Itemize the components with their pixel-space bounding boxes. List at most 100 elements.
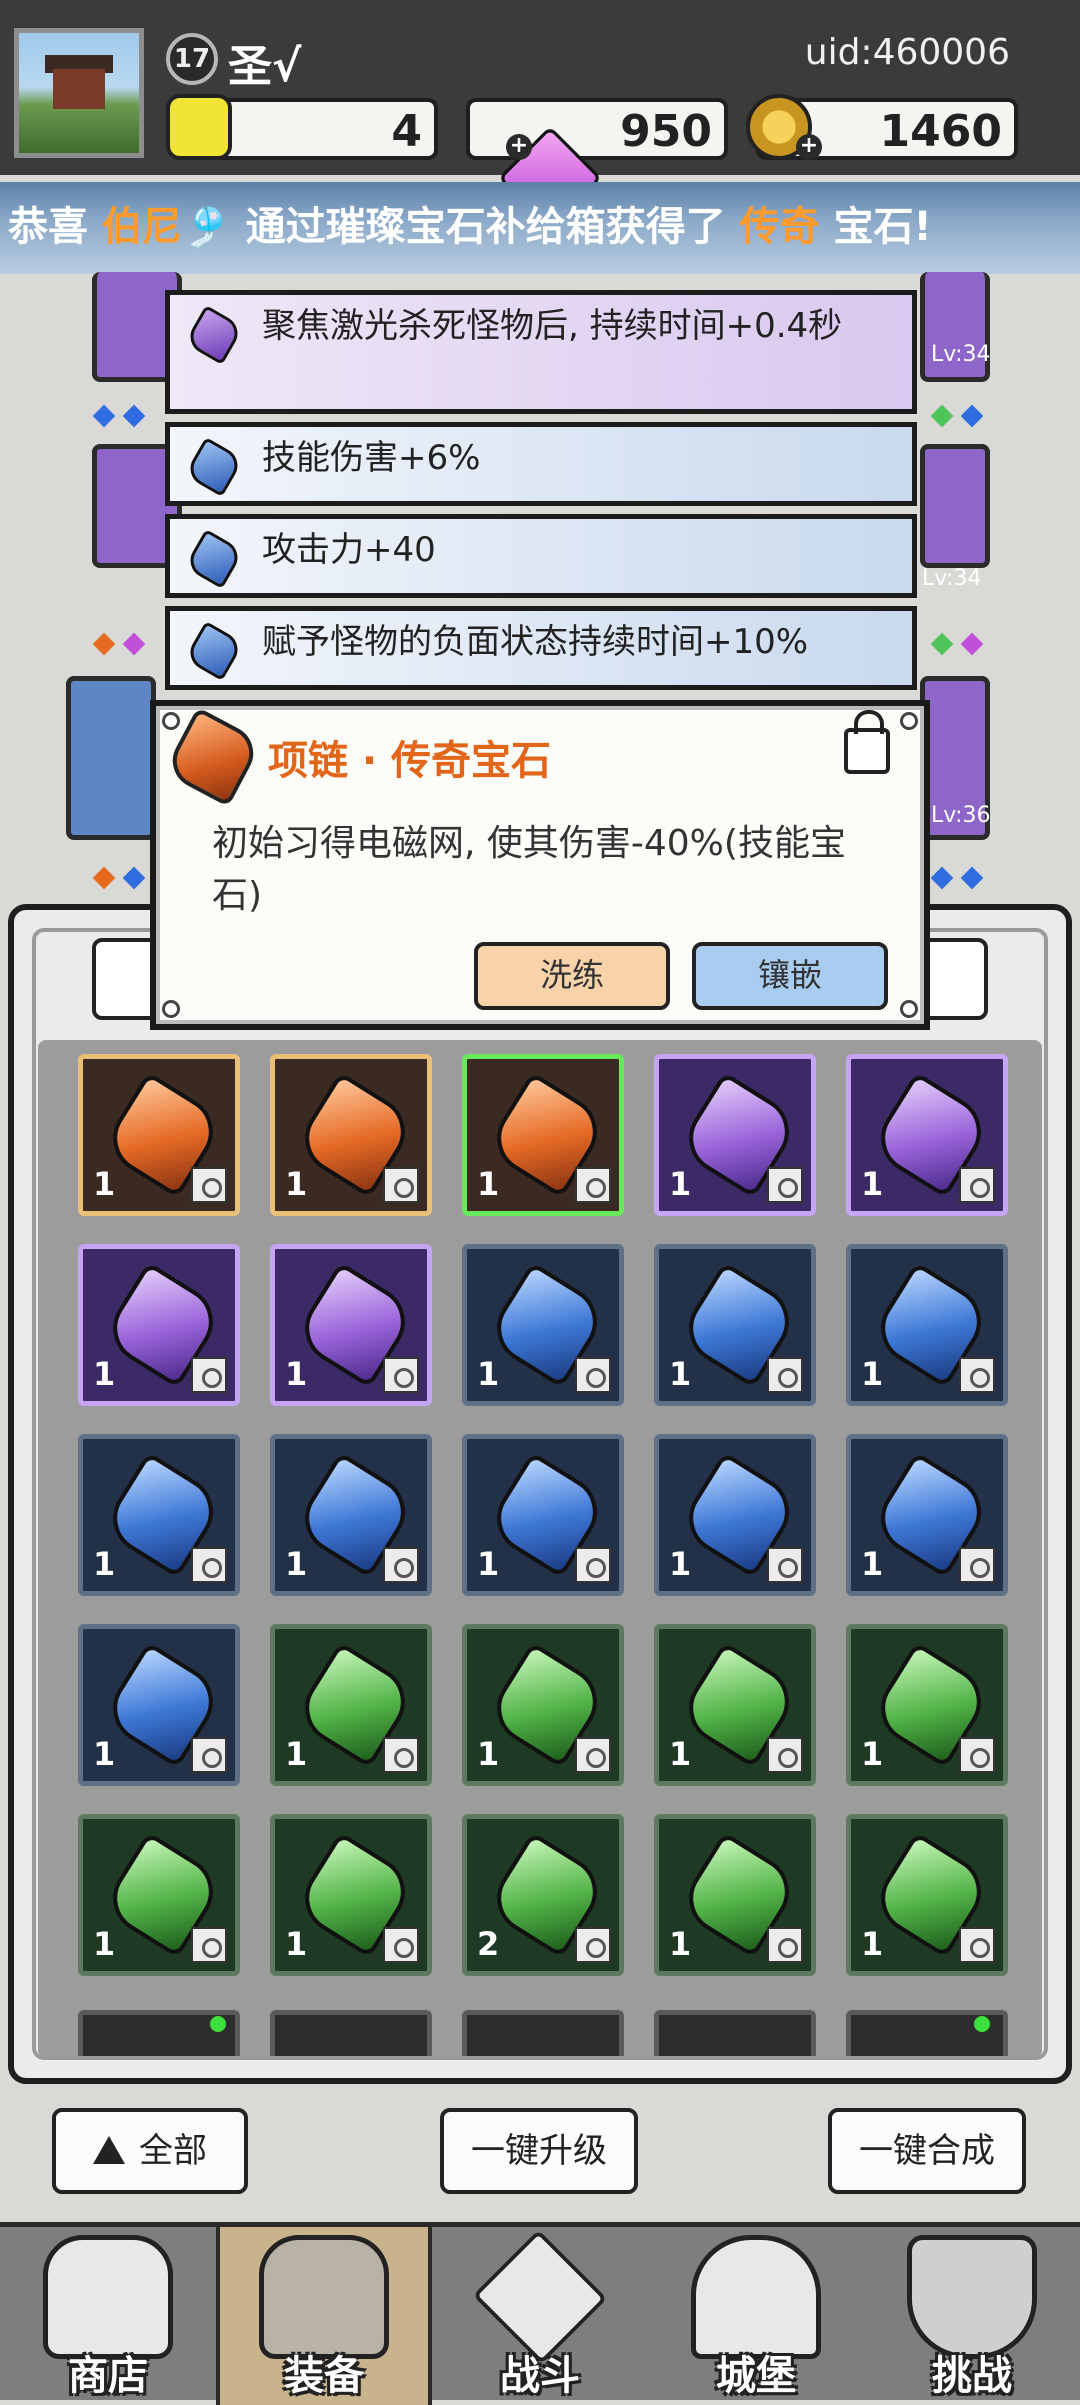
gem-cell[interactable]: 1 [654,1814,816,1976]
weapon-slot-icon [959,1927,995,1963]
socket-diamond [960,404,984,428]
add-diamond-icon[interactable]: + [506,134,532,160]
gem-tooltip-purple: 聚焦激光杀死怪物后, 持续时间+0.4秒 [165,290,917,414]
gem-count: 1 [477,1355,500,1393]
ring-slot-icon [767,1357,803,1393]
equip-level-label: Lv:34 [931,342,991,367]
gem-cell[interactable]: 1 [270,1814,432,1976]
nav-equipment[interactable]: 装备 [216,2227,432,2405]
marquee-middle: 通过璀璨宝石补给箱获得了 [231,204,740,250]
gem-cell[interactable]: 1 [846,1434,1008,1596]
socket-diamond [92,632,116,656]
socket-diamond [92,404,116,428]
shield-icon [907,2235,1037,2359]
gem-cell[interactable]: 1 [462,1244,624,1406]
gem-cell[interactable]: 1 [846,1054,1008,1216]
socket-diamond [122,404,146,428]
gem-cell[interactable]: 1 [78,1054,240,1216]
gem-cell[interactable]: 1 [654,1624,816,1786]
coin-value: 1460 [879,106,1002,157]
diamond-resource[interactable]: + 950 [466,98,728,231]
announcement-marquee: 恭喜 伯尼🎐 通过璀璨宝石补给箱获得了 传奇 宝石! [0,182,1080,274]
refine-button[interactable]: 洗练 [474,942,670,1010]
gem-cell[interactable]: 1 [462,1434,624,1596]
ring-slot-icon [575,1357,611,1393]
nav-challenge[interactable]: 挑战 [864,2227,1080,2405]
filter-triangle-icon [93,2136,125,2164]
boots-slot-icon [383,1547,419,1583]
gem-cell-partial[interactable] [270,2010,432,2056]
gem-count: 1 [861,1355,884,1393]
necklace-slot-icon [575,1167,611,1203]
equip-slot-necklace[interactable]: Lv:36 [920,676,990,840]
boots-slot-icon [191,1547,227,1583]
blue-gem-icon [183,436,245,498]
new-indicator-dot [210,2016,226,2032]
gem-cell[interactable]: 1 [654,1434,816,1596]
marquee-suffix: 宝石! [819,204,932,250]
gem-detail-popup: 项链 · 传奇宝石 初始习得电磁网, 使其伤害-40%(技能宝石) 洗练 镶嵌 [150,700,930,1030]
equip-slot-helmet[interactable]: Lv:34 [920,272,990,382]
blue-gem-icon [183,620,245,682]
unlock-icon[interactable] [844,710,890,774]
gem-cell-partial[interactable] [462,2010,624,2056]
weapon-slot-icon [575,1547,611,1583]
ring-slot-icon [383,1737,419,1773]
top-bar: 17 圣√ uid:460006 4 + 950 + 1460 [0,0,1080,231]
avatar[interactable] [14,28,144,158]
upgrade-all-button[interactable]: 一键升级 [440,2108,638,2194]
helmet-slot-icon [767,1547,803,1583]
gem-cell[interactable]: 1 [78,1814,240,1976]
gem-cell[interactable]: 1 [270,1434,432,1596]
equip-slot-ring[interactable] [920,444,990,568]
necklace-slot-icon [383,1357,419,1393]
popup-description: 初始习得电磁网, 使其伤害-40%(技能宝石) [212,823,846,916]
gem-cell[interactable]: 2 [462,1814,624,1976]
filter-all-button[interactable]: 全部 [52,2108,248,2194]
gold-resource[interactable]: 4 [166,94,438,160]
embed-button[interactable]: 镶嵌 [692,942,888,1010]
equip-level-label: Lv:36 [931,803,991,828]
gem-cell[interactable]: 1 [270,1054,432,1216]
nav-shop[interactable]: 商店 [0,2227,216,2405]
gem-cell[interactable]: 1 [654,1054,816,1216]
gem-cell[interactable]: 1 [270,1624,432,1786]
socket-diamond [930,404,954,428]
gem-cell[interactable]: 1 [846,1814,1008,1976]
gem-cell[interactable]: 1 [78,1244,240,1406]
gem-tooltip-blue: 攻击力+40 [165,514,917,598]
marquee-prefix: 恭喜 [8,204,102,250]
boots-slot-icon [191,1357,227,1393]
gem-cell-partial[interactable] [654,2010,816,2056]
gem-count: 1 [477,1545,500,1583]
necklace-slot-icon [191,1737,227,1773]
diamond-value: 950 [620,106,712,157]
merge-all-button[interactable]: 一键合成 [828,2108,1026,2194]
popup-corner [900,712,918,730]
gem-cell[interactable]: 1 [78,1434,240,1596]
coin-resource[interactable]: + 1460 [746,94,1018,160]
gem-count: 1 [285,1735,308,1773]
necklace-slot-icon [959,1547,995,1583]
gem-cell[interactable]: 1 [270,1244,432,1406]
level-badge: 17 [166,33,218,85]
gem-cell[interactable]: 1 [462,1054,624,1216]
equip-slot-boots[interactable] [66,676,156,840]
gem-cell[interactable]: 1 [846,1244,1008,1406]
gem-count: 1 [669,1355,692,1393]
popup-title: 项链 · 传奇宝石 [268,738,552,784]
nav-castle[interactable]: 城堡 [648,2227,864,2405]
socket-diamond [92,866,116,890]
blue-gem-icon [183,528,245,590]
gem-cell[interactable]: 1 [654,1244,816,1406]
purple-gem-icon [183,304,245,366]
gem-count: 1 [285,1925,308,1963]
gem-count: 1 [285,1165,308,1203]
gem-count: 1 [861,1735,884,1773]
gem-cell[interactable]: 1 [462,1624,624,1786]
gem-cell[interactable]: 1 [846,1624,1008,1786]
add-coin-icon[interactable]: + [796,134,822,160]
socket-diamond [122,632,146,656]
gem-cell[interactable]: 1 [78,1624,240,1786]
nav-battle[interactable]: 战斗 [432,2227,648,2405]
